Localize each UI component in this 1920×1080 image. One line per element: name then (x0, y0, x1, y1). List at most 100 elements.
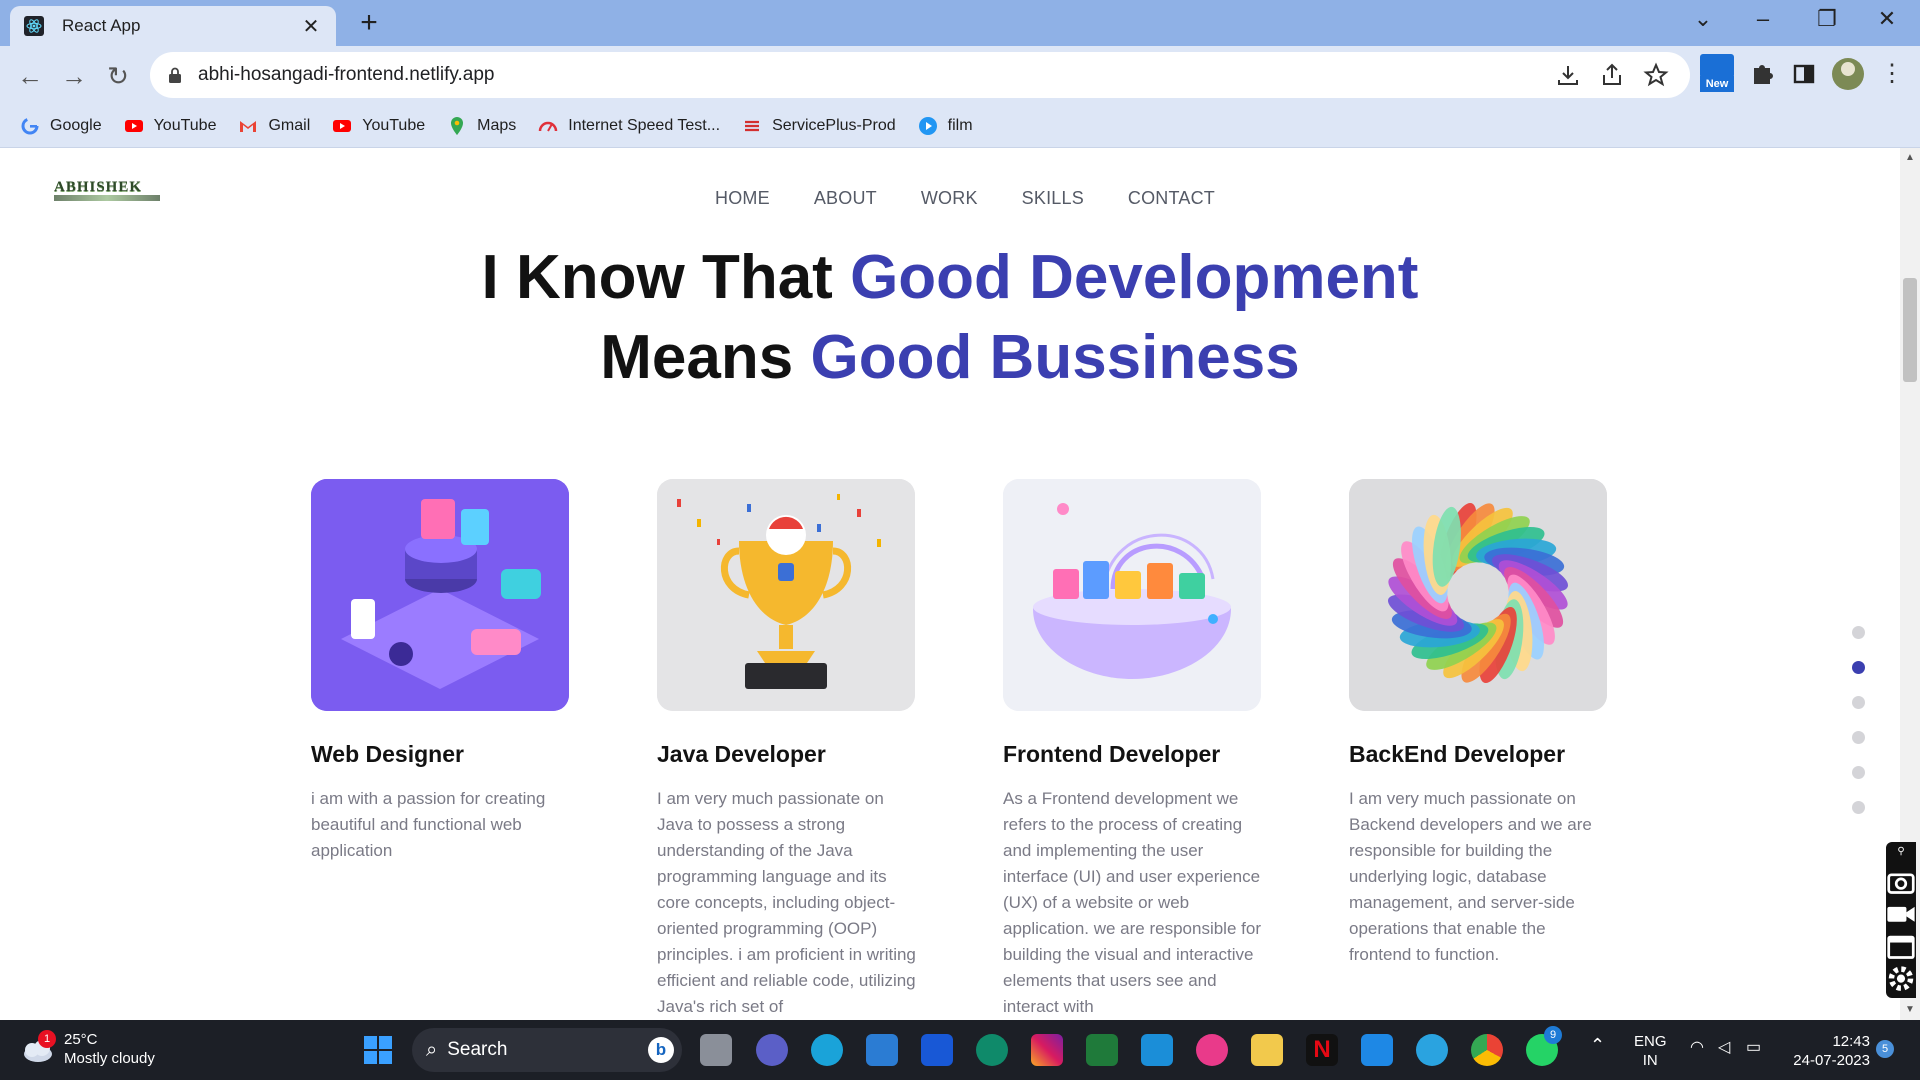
pen-app-icon[interactable] (921, 1034, 953, 1066)
react-icon (24, 16, 44, 36)
new-badge: New (1700, 76, 1734, 92)
back-button[interactable]: ← (14, 60, 46, 92)
teams-chat-icon[interactable] (756, 1034, 788, 1066)
tab-close-icon[interactable]: ✕ (300, 14, 322, 39)
install-app-icon[interactable] (1554, 61, 1582, 89)
section-dot-4[interactable] (1852, 731, 1865, 744)
section-dot-6[interactable] (1852, 801, 1865, 814)
bookmark-speedtest[interactable]: Internet Speed Test... (538, 116, 720, 136)
new-tab-button[interactable]: + (354, 8, 384, 38)
bookmark-youtube[interactable]: YouTube (124, 116, 216, 136)
bing-icon[interactable]: b (648, 1037, 674, 1063)
prime-video-icon[interactable] (1141, 1034, 1173, 1066)
taskbar-search[interactable]: ⌕ Search b (412, 1028, 682, 1072)
section-dot-2[interactable] (1852, 661, 1865, 674)
service-card-web-designer: Web Designer i am with a passion for cre… (311, 479, 571, 864)
extensions-puzzle-icon[interactable] (1746, 58, 1778, 90)
wink-app-icon[interactable] (1196, 1034, 1228, 1066)
nav-work[interactable]: WORK (921, 188, 978, 209)
browser-tab-strip: React App ✕ + ⌄ – ❐ ✕ (0, 0, 1920, 46)
bookmark-youtube-2[interactable]: YouTube (332, 116, 425, 136)
address-bar[interactable]: abhi-hosangadi-frontend.netlify.app (150, 52, 1690, 98)
search-icon: ⌕ (426, 1038, 438, 1061)
volume-icon[interactable]: ◁ (1718, 1038, 1730, 1057)
weather-widget[interactable]: 1 25°C Mostly cloudy (20, 1030, 155, 1068)
hero-line2-accent: Good Bussiness (810, 323, 1300, 392)
hero-line1-plain: I Know That (481, 243, 851, 312)
netflix-icon[interactable]: N (1306, 1034, 1338, 1066)
nav-skills[interactable]: SKILLS (1022, 188, 1084, 209)
color-swirl-illustration (1349, 479, 1607, 711)
telegram-icon[interactable] (1416, 1034, 1448, 1066)
menu-kebab-icon[interactable]: ⋮ (1876, 58, 1908, 90)
whatsapp-badge: 9 (1544, 1026, 1562, 1044)
scrollbar-thumb[interactable] (1903, 278, 1917, 382)
bookmark-star-icon[interactable] (1642, 61, 1670, 89)
lock-icon (169, 67, 181, 83)
trophy-illustration (657, 479, 915, 711)
side-panel-icon[interactable] (1788, 58, 1820, 90)
clock-time: 12:43 (1832, 1033, 1870, 1050)
search-label: Search (447, 1039, 508, 1060)
section-dot-5[interactable] (1852, 766, 1865, 779)
battery-icon[interactable]: ▭ (1746, 1038, 1761, 1057)
video-camera-icon[interactable] (1886, 900, 1916, 927)
settings-gear-icon[interactable] (1886, 965, 1916, 992)
windows-start-icon[interactable] (362, 1034, 394, 1066)
screenshot-extension-icon[interactable]: New (1700, 54, 1734, 94)
mail-icon[interactable] (866, 1034, 898, 1066)
vscode-icon[interactable] (1361, 1034, 1393, 1066)
card-title: BackEnd Developer (1349, 741, 1566, 767)
browser-tab[interactable]: React App ✕ (10, 6, 336, 46)
chrome-icon[interactable] (1471, 1034, 1503, 1066)
instagram-icon[interactable] (1031, 1034, 1063, 1066)
camera-icon[interactable] (1886, 868, 1916, 895)
tray-chevron-icon[interactable]: ⌃ (1590, 1036, 1605, 1055)
capture-toolbar: ⚲ (1886, 842, 1916, 998)
card-title: Java Developer (657, 741, 826, 767)
whatsapp-icon[interactable]: 9 (1526, 1026, 1562, 1066)
main-nav: HOME ABOUT WORK SKILLS CONTACT (0, 188, 1900, 209)
edge-icon[interactable] (811, 1034, 843, 1066)
scroll-down-arrow-icon[interactable]: ▼ (1900, 1004, 1920, 1015)
profile-avatar[interactable] (1832, 58, 1864, 90)
card-text: I am very much passionate on Java to pos… (657, 789, 916, 1016)
games-app-icon[interactable] (1086, 1034, 1118, 1066)
card-title: Web Designer (311, 741, 464, 767)
scroll-up-arrow-icon[interactable]: ▲ (1900, 152, 1920, 163)
reload-button[interactable]: ↻ (102, 60, 134, 92)
window-capture-icon[interactable] (1886, 933, 1916, 960)
nav-about[interactable]: ABOUT (814, 188, 877, 209)
web-page: ABHISHEK HOME ABOUT WORK SKILLS CONTACT … (0, 148, 1900, 1020)
file-explorer-icon[interactable] (1251, 1034, 1283, 1066)
weather-desc: Mostly cloudy (64, 1050, 155, 1067)
film-icon (918, 116, 937, 135)
language-indicator[interactable]: ENG IN (1634, 1032, 1667, 1070)
section-dot-3[interactable] (1852, 696, 1865, 709)
bookmark-serviceplus[interactable]: ServicePlus-Prod (742, 116, 896, 136)
task-view-icon[interactable] (700, 1034, 732, 1066)
bookmark-gmail[interactable]: Gmail (238, 116, 310, 136)
nav-contact[interactable]: CONTACT (1128, 188, 1215, 209)
clock[interactable]: 12:43 24-07-2023 (1784, 1032, 1870, 1070)
capture-link-icon[interactable]: ⚲ (1890, 846, 1912, 858)
tab-search-chevron-icon[interactable]: ⌄ (1688, 6, 1718, 32)
weather-temp: 25°C (64, 1031, 98, 1048)
notification-count[interactable]: 5 (1876, 1040, 1894, 1058)
forward-button[interactable]: → (58, 60, 90, 92)
restore-button[interactable]: ❐ (1812, 6, 1842, 32)
card-text: I am very much passionate on Backend dev… (1349, 789, 1592, 964)
wifi-icon[interactable]: ◠ (1690, 1038, 1704, 1057)
bookmark-maps[interactable]: Maps (447, 116, 516, 136)
nav-home[interactable]: HOME (715, 188, 770, 209)
youtube-icon (124, 119, 143, 132)
bookmark-google[interactable]: Google (20, 116, 102, 136)
gmail-icon (240, 120, 257, 132)
bookmark-film[interactable]: film (918, 116, 973, 136)
edge-beta-icon[interactable] (976, 1034, 1008, 1066)
close-window-button[interactable]: ✕ (1872, 6, 1902, 32)
share-icon[interactable] (1598, 61, 1626, 89)
windows-taskbar: 1 25°C Mostly cloudy ⌕ Search b N 9 ⌃ EN… (0, 1020, 1920, 1080)
section-dot-1[interactable] (1852, 626, 1865, 639)
minimize-button[interactable]: – (1748, 6, 1778, 32)
